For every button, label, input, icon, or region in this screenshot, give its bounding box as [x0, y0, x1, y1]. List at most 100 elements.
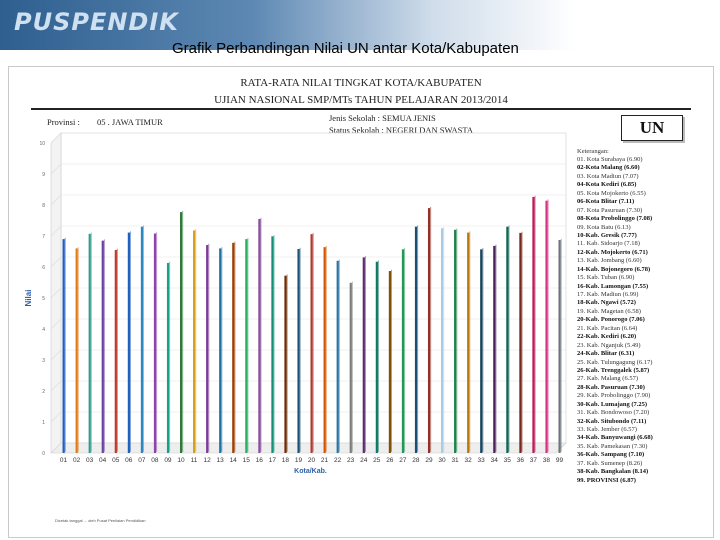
legend-item: 22-Kab. Kediri (6.20) — [577, 333, 637, 341]
legend-item: 15. Kab. Tuban (6.90) — [577, 274, 635, 282]
legend-item: 19. Kab. Magetan (6.58) — [577, 307, 641, 315]
x-tick-label: 37 — [530, 457, 538, 464]
bar — [323, 247, 326, 453]
bar-side — [299, 247, 301, 452]
bar — [219, 248, 222, 453]
legend-item: 05. Kota Mojokerto (6.55) — [577, 189, 646, 197]
bar — [258, 218, 261, 453]
x-tick-label: 12 — [203, 457, 211, 464]
bar-side — [156, 232, 158, 452]
bar — [401, 249, 405, 453]
x-tick-label: 32 — [464, 457, 472, 464]
x-tick-label: 30 — [438, 457, 446, 464]
bar — [545, 200, 548, 453]
bar — [127, 232, 130, 453]
bar-side — [129, 231, 131, 452]
x-tick-label: 09 — [164, 457, 172, 464]
y-tick-label: 4 — [42, 327, 45, 333]
legend-item: 04-Kota Kediri (6.85) — [577, 181, 637, 189]
bar-side — [208, 243, 210, 452]
y-tick-label: 9 — [42, 172, 45, 178]
x-tick-label: 38 — [543, 457, 551, 464]
legend-item: 25. Kab. Tulungagung (6.17) — [577, 358, 653, 366]
bar-side — [351, 281, 353, 452]
legend-item: 13. Kab. Jombang (6.60) — [577, 257, 642, 265]
bar-side — [195, 229, 197, 452]
legend-item: 30-Kab. Lumajang (7.25) — [577, 400, 648, 408]
bar-side — [247, 237, 249, 452]
legend-item: 03. Kota Madiun (7.07) — [577, 172, 639, 180]
bar — [101, 240, 104, 453]
legend-item: 10-Kab. Gresik (7.77) — [577, 231, 637, 239]
legend-item: 36-Kab. Sampang (7.10) — [577, 451, 645, 459]
bar-side — [286, 274, 288, 452]
bar — [284, 275, 287, 453]
legend-item: 33. Kab. Jember (6.57) — [577, 426, 637, 433]
y-tick-label: 2 — [42, 389, 45, 395]
bar-side — [338, 259, 340, 452]
x-tick-label: 01 — [60, 457, 68, 464]
x-tick-label: 19 — [295, 457, 303, 464]
bar-side — [521, 231, 523, 452]
bar — [114, 249, 117, 453]
bar-side — [260, 217, 262, 452]
bar-side — [169, 261, 171, 452]
legend-item: 09. Kota Batu (6.13) — [577, 223, 631, 231]
bar-side — [221, 247, 223, 452]
bar — [414, 226, 418, 453]
bar-side — [391, 269, 393, 452]
legend-item: 32-Kab. Situbondo (7.11) — [577, 417, 647, 425]
legend-item: 08-Kota Probolinggo (7.08) — [577, 215, 653, 223]
legend-item: 11. Kab. Sidoarjo (7.18) — [577, 240, 640, 248]
bar — [519, 232, 522, 453]
bar — [349, 282, 352, 453]
legend-item: 31. Kab. Bondowoso (7.20) — [577, 409, 650, 417]
bar-side — [534, 195, 536, 452]
bar-side — [325, 245, 327, 452]
bar — [310, 234, 313, 453]
x-tick-label: 20 — [308, 457, 316, 464]
bar — [179, 212, 183, 453]
bar-side — [103, 239, 105, 452]
bar — [297, 249, 300, 453]
bar — [558, 240, 561, 453]
legend-item: 34-Kab. Banyuwangi (6.68) — [577, 434, 653, 442]
x-tick-label: 35 — [504, 457, 512, 464]
x-tick-label: 34 — [491, 457, 499, 464]
x-tick-label: 21 — [321, 457, 329, 464]
y-tick-label: 6 — [42, 265, 45, 271]
bar — [480, 249, 483, 453]
x-axis-title: Kota/Kab. — [294, 468, 327, 475]
footer-note: Dicetak tanggal ... oleh Pusat Penilaian… — [55, 518, 146, 523]
x-tick-label: 25 — [373, 457, 381, 464]
bar-side — [273, 235, 275, 452]
x-tick-label: 04 — [99, 457, 107, 464]
bar — [441, 228, 444, 453]
bar-side — [234, 241, 236, 452]
x-tick-label: 02 — [73, 457, 81, 464]
legend-item: 14-Kab. Bojonegoro (6.78) — [577, 265, 651, 273]
legend-item: 16-Kab. Lamongan (7.55) — [577, 282, 649, 290]
legend-item: 23. Kab. Nganjuk (5.49) — [577, 341, 641, 349]
x-tick-label: 31 — [451, 457, 459, 464]
bar — [193, 230, 196, 453]
x-tick-label: 26 — [386, 457, 394, 464]
bar-side — [64, 237, 66, 452]
bar-side — [77, 247, 79, 452]
report-frame: RATA-RATA NILAI TINGKAT KOTA/KABUPATEN U… — [8, 66, 714, 538]
x-tick-label: 28 — [412, 457, 420, 464]
bar — [336, 260, 339, 453]
bar-side — [377, 260, 379, 452]
legend-list: 01. Kota Surabaya (6.90) 02-Kota Malang (… — [577, 156, 707, 485]
bar-side — [560, 238, 562, 452]
bar-side — [417, 225, 419, 452]
legend-item: 35. Kab. Pamekasan (7.30) — [577, 442, 648, 450]
bar-side — [482, 248, 484, 452]
bar — [427, 208, 431, 453]
bar-side — [547, 199, 549, 452]
bar-side — [143, 225, 145, 452]
bar — [75, 248, 78, 453]
legend-item: 12-Kab. Mojokerto (6.71) — [577, 248, 648, 256]
legend-item: 38-Kab. Bangkalan (8.14) — [577, 468, 649, 476]
bar-side — [443, 227, 445, 452]
